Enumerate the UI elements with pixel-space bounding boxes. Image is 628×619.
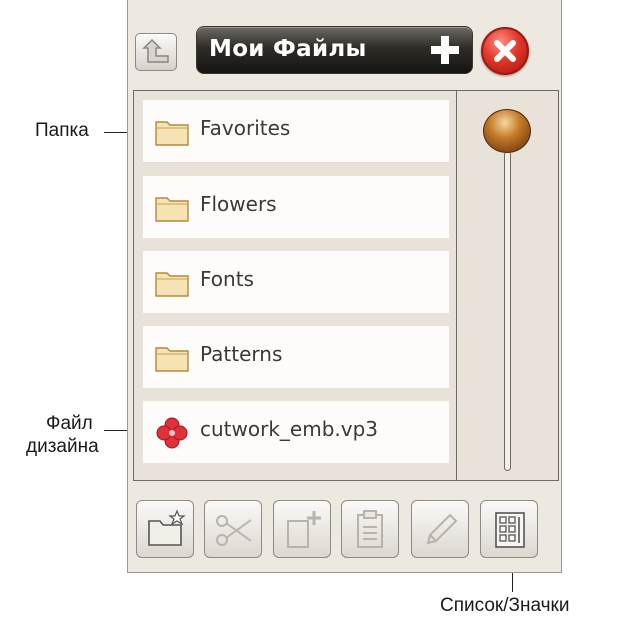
- list-item-label: Favorites: [200, 116, 291, 140]
- folder-icon: [155, 347, 189, 372]
- embroidery-design-icon: [156, 417, 188, 449]
- close-button[interactable]: [481, 27, 529, 75]
- list-divider: [456, 91, 457, 480]
- close-icon: [494, 40, 516, 62]
- folder-icon: [155, 197, 189, 222]
- file-list-box: Favorites Flowers Fonts Patterns cutwork…: [133, 90, 559, 481]
- new-folder-button[interactable]: [136, 500, 194, 558]
- folder-icon: [155, 121, 189, 146]
- callout-design-file-line2: дизайна: [26, 436, 99, 457]
- cut-button[interactable]: [204, 500, 262, 558]
- list-item-label: Patterns: [200, 342, 283, 366]
- list-item-label: cutwork_emb.vp3: [200, 417, 379, 441]
- cut-icon: [216, 515, 252, 546]
- list-item-folder[interactable]: Flowers: [143, 176, 449, 238]
- list-icons-view-icon: [495, 512, 525, 548]
- list-item-folder[interactable]: Favorites: [143, 100, 449, 162]
- new-folder-icon: [148, 509, 186, 546]
- callout-list-icons: Список/Значки: [440, 595, 570, 616]
- callout-folder: Папка: [35, 120, 89, 141]
- up-arrow-icon: [142, 38, 169, 63]
- list-icons-toggle-button[interactable]: [480, 500, 538, 558]
- list-item-design-file[interactable]: cutwork_emb.vp3: [143, 401, 449, 463]
- paste-icon: [357, 510, 383, 548]
- pencil-icon: [426, 513, 458, 545]
- copy-button[interactable]: [273, 500, 331, 558]
- list-item-folder[interactable]: Fonts: [143, 251, 449, 313]
- file-list[interactable]: Favorites Flowers Fonts Patterns cutwork…: [134, 91, 456, 480]
- page-title: Мои Файлы: [209, 36, 367, 62]
- scrollbar-track[interactable]: [504, 151, 511, 471]
- rename-button[interactable]: [411, 500, 469, 558]
- scrollbar-knob[interactable]: [483, 109, 531, 153]
- title-bar: Мои Файлы: [196, 26, 473, 74]
- file-manager-panel: Мои Файлы Favorites Flowers Fonts Patter…: [127, 0, 562, 573]
- list-item-label: Flowers: [200, 192, 277, 216]
- add-icon[interactable]: [428, 33, 462, 67]
- up-folder-button[interactable]: [135, 33, 177, 71]
- list-item-label: Fonts: [200, 267, 254, 291]
- callout-design-file-line1: Файл: [46, 413, 93, 434]
- list-item-folder[interactable]: Patterns: [143, 326, 449, 388]
- paste-button[interactable]: [341, 500, 399, 558]
- folder-icon: [155, 272, 189, 297]
- copy-icon: [287, 511, 321, 548]
